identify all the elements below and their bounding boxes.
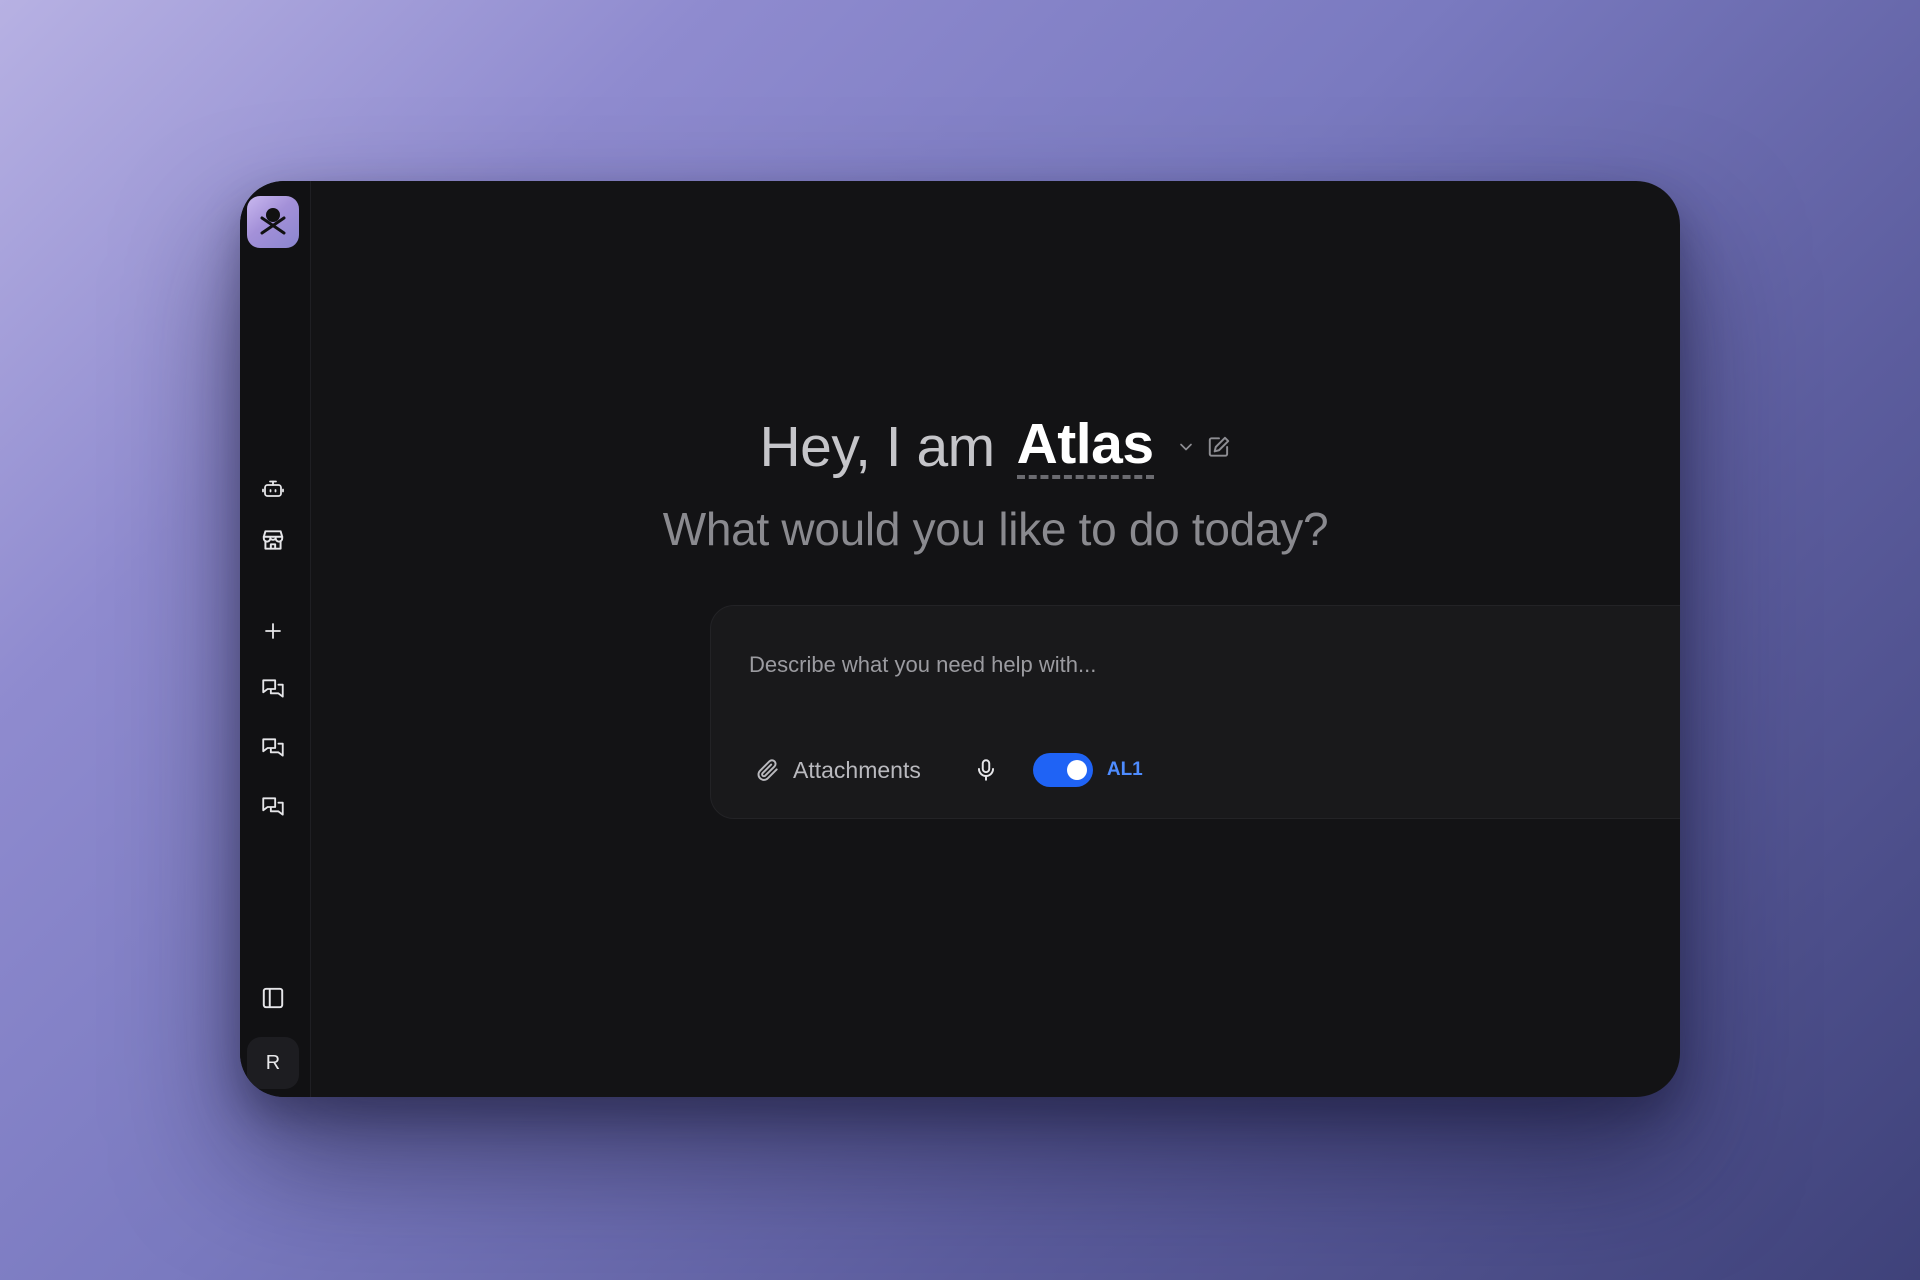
edit-agent-button[interactable] <box>1206 434 1232 460</box>
main-panel: Hey, I am Atlas What would you like to d… <box>311 181 1680 1097</box>
chat-icon <box>262 738 284 757</box>
prompt-input[interactable] <box>747 646 1680 684</box>
sidebar-toggle-button[interactable] <box>252 977 294 1019</box>
paperclip-icon <box>757 759 778 781</box>
sidebar-item-chat-2[interactable] <box>252 727 294 769</box>
model-toggle-label: AL1 <box>1106 759 1143 780</box>
sidebar-toggle-icon <box>262 987 284 1009</box>
page-subtitle: What would you like to do today? <box>662 503 1329 555</box>
plus-icon <box>265 623 281 639</box>
sidebar: R <box>240 181 311 1097</box>
chat-icon <box>262 797 284 816</box>
sidebar-item-chat-1[interactable] <box>252 668 294 710</box>
agent-name[interactable]: Atlas <box>1016 415 1154 479</box>
user-initial: R <box>265 1051 281 1074</box>
microphone-button[interactable] <box>973 757 999 783</box>
sidebar-item-store[interactable] <box>252 519 294 561</box>
attachments-button[interactable]: Attachments <box>755 757 921 784</box>
logo-figure-icon <box>260 208 286 235</box>
app-logo[interactable] <box>247 196 299 248</box>
greeting: Hey, I am Atlas <box>311 412 1680 482</box>
prompt-toolbar: Attachments AL1 <box>755 748 1143 792</box>
sidebar-item-chat-3[interactable] <box>252 786 294 828</box>
attachments-label: Attachments <box>793 756 921 783</box>
microphone-icon <box>977 759 994 781</box>
sidebar-item-new-chat[interactable] <box>252 610 294 652</box>
greeting-prefix: Hey, I am <box>759 415 995 479</box>
chat-icon <box>262 679 284 698</box>
sidebar-item-agents[interactable] <box>252 468 294 510</box>
toggle-knob <box>1066 760 1087 780</box>
model-toggle[interactable] <box>1032 753 1093 787</box>
app-window: R Hey, I am Atlas What would you like to… <box>240 181 1680 1097</box>
bot-icon <box>262 480 284 497</box>
user-avatar[interactable]: R <box>247 1037 299 1089</box>
store-icon <box>262 530 284 550</box>
prompt-box: Attachments AL1 <box>710 605 1680 819</box>
chevron-down-icon <box>1179 443 1192 451</box>
agent-select-dropdown[interactable] <box>1176 437 1196 457</box>
edit-icon <box>1208 436 1229 457</box>
